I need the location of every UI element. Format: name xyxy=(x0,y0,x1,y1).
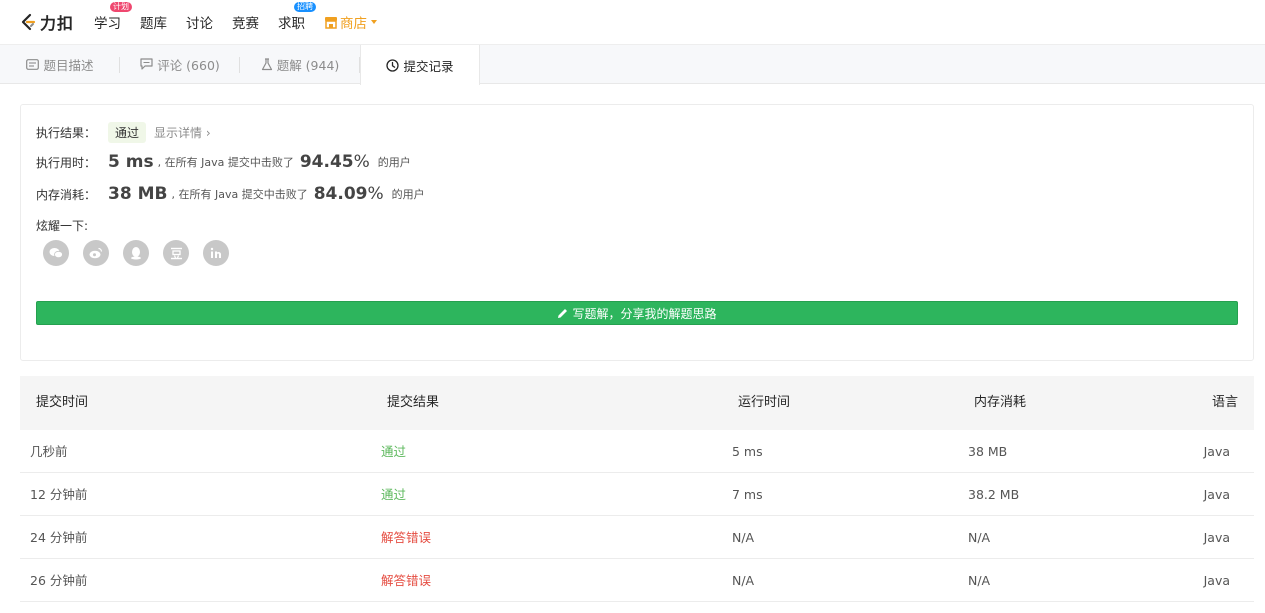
pct-unit: % xyxy=(353,152,370,172)
tab-label: 题目描述 xyxy=(43,57,94,73)
cell-time: 12 分钟前 xyxy=(30,487,88,502)
cell-memory: N/A xyxy=(968,530,991,545)
description-icon xyxy=(26,58,40,70)
cell-result[interactable]: 通过 xyxy=(381,430,406,473)
wechat-icon[interactable] xyxy=(43,240,69,266)
runtime-value: 5 ms xyxy=(108,152,154,172)
memory-beat-text: , 在所有 Java 提交中击败了 xyxy=(171,188,308,201)
cell-runtime: 5 ms xyxy=(732,444,763,459)
tab-label: 评论 (660) xyxy=(157,57,220,73)
cell-time: 24 分钟前 xyxy=(30,530,88,545)
nav-item-study[interactable]: 学习 计划 xyxy=(94,2,133,32)
cell-runtime: N/A xyxy=(732,573,755,588)
share-label: 炫耀一下: xyxy=(36,219,89,233)
share-icons xyxy=(43,240,243,266)
pct-unit: % xyxy=(367,184,384,204)
tab-label: 提交记录 xyxy=(403,58,454,74)
runtime-label: 执行用时： xyxy=(36,155,97,170)
tab-description[interactable]: 题目描述 xyxy=(0,45,120,83)
column-header: 语言 xyxy=(1211,395,1238,410)
nav-item-discuss[interactable]: 讨论 xyxy=(186,12,213,32)
share-row: 炫耀一下: xyxy=(36,217,88,234)
memory-percentile: 84.09% xyxy=(314,184,384,204)
runtime-pct-number: 94.45 xyxy=(299,152,354,172)
write-solution-button[interactable]: 写题解，分享我的解题思路 xyxy=(36,301,1238,325)
memory-label: 内存消耗： xyxy=(36,187,97,202)
nav-item-label: 求职 xyxy=(278,16,306,32)
problem-tabs: 题目描述 评论 (660) 题解 (944) 提交记录 xyxy=(0,44,1265,85)
nav-badge: 招聘 xyxy=(294,2,317,12)
tab-submissions[interactable]: 提交记录 xyxy=(360,45,480,85)
cell-language: Java xyxy=(1203,444,1230,459)
table-header: 提交时间 提交结果 运行时间 内存消耗 语言 xyxy=(20,376,1254,430)
nav-item-label: 题库 xyxy=(140,16,168,32)
runtime-percentile: 94.45% xyxy=(300,152,370,172)
table-body: 几秒前 通过 5 ms 38 MB Java 12 分钟前 通过 7 ms 38… xyxy=(20,430,1254,602)
store-icon xyxy=(325,16,338,29)
nav-item-shop[interactable]: 商店 xyxy=(324,12,378,32)
table-row[interactable]: 12 分钟前 通过 7 ms 38.2 MB Java xyxy=(20,473,1254,516)
logo[interactable]: 力扣 xyxy=(19,10,74,34)
write-solution-label: 写题解，分享我的解题思路 xyxy=(572,306,717,321)
nav-item-label: 竞赛 xyxy=(232,16,260,32)
cell-memory: N/A xyxy=(968,573,991,588)
nav-item-problems[interactable]: 题库 xyxy=(140,12,167,32)
cell-language: Java xyxy=(1203,530,1230,545)
column-header: 内存消耗 xyxy=(974,395,1027,410)
flask-icon xyxy=(261,57,272,70)
chevron-down-icon xyxy=(371,20,378,24)
result-row: 执行结果： 通过 显示详情 › xyxy=(36,122,211,143)
tab-comments[interactable]: 评论 (660) xyxy=(120,45,240,83)
memory-pct-number: 84.09 xyxy=(313,184,368,204)
result-label: 执行结果： xyxy=(36,126,97,140)
tab-label: 题解 (944) xyxy=(276,57,340,73)
runtime-row: 执行用时： 5 ms , 在所有 Java 提交中击败了 94.45% 的用户 xyxy=(36,152,411,172)
show-details-link[interactable]: 显示详情 › xyxy=(154,124,211,141)
submission-result-panel: 执行结果： 通过 显示详情 › 执行用时： 5 ms , 在所有 Java 提交… xyxy=(20,104,1254,361)
memory-row: 内存消耗： 38 MB , 在所有 Java 提交中击败了 84.09% 的用户 xyxy=(36,184,425,204)
clock-icon xyxy=(386,58,400,72)
cell-result[interactable]: 解答错误 xyxy=(381,516,431,559)
column-header: 运行时间 xyxy=(738,395,791,410)
status-badge: 通过 xyxy=(108,122,147,143)
submissions-table: 提交时间 提交结果 运行时间 内存消耗 语言 几秒前 通过 5 ms 38 MB… xyxy=(20,376,1254,602)
comment-icon xyxy=(140,58,153,70)
cell-runtime: 7 ms xyxy=(732,487,763,502)
nav-item-label: 商店 xyxy=(340,16,368,32)
nav-item-label: 讨论 xyxy=(186,16,214,32)
cell-time: 几秒前 xyxy=(30,444,68,459)
cell-memory: 38.2 MB xyxy=(968,487,1020,502)
leetcode-logo-icon xyxy=(21,13,36,31)
weibo-icon[interactable] xyxy=(83,240,109,266)
runtime-users-text: 的用户 xyxy=(377,156,411,169)
table-row[interactable]: 几秒前 通过 5 ms 38 MB Java xyxy=(20,430,1254,473)
cell-language: Java xyxy=(1203,573,1230,588)
douban-icon[interactable] xyxy=(163,240,189,266)
pencil-icon xyxy=(558,308,568,318)
table-row[interactable]: 26 分钟前 解答错误 N/A N/A Java xyxy=(20,559,1254,602)
nav-badge: 计划 xyxy=(110,2,133,12)
cell-language: Java xyxy=(1203,487,1230,502)
memory-value: 38 MB xyxy=(108,184,168,204)
table-row[interactable]: 24 分钟前 解答错误 N/A N/A Java xyxy=(20,516,1254,559)
nav-item-jobs[interactable]: 求职 招聘 xyxy=(278,2,317,32)
cell-runtime: N/A xyxy=(732,530,755,545)
cell-memory: 38 MB xyxy=(968,444,1008,459)
tab-solutions[interactable]: 题解 (944) xyxy=(240,45,360,83)
cell-result[interactable]: 通过 xyxy=(381,473,406,516)
memory-users-text: 的用户 xyxy=(391,188,425,201)
nav-item-label: 学习 xyxy=(94,16,122,32)
column-header: 提交结果 xyxy=(387,395,440,410)
qq-icon[interactable] xyxy=(123,240,149,266)
linkedin-icon[interactable] xyxy=(203,240,229,266)
cell-time: 26 分钟前 xyxy=(30,573,88,588)
nav-item-contest[interactable]: 竞赛 xyxy=(232,12,259,32)
top-nav: 力扣 学习 计划 题库 讨论 竞赛 求职 招聘 商店 xyxy=(0,0,1265,44)
runtime-beat-text: , 在所有 Java 提交中击败了 xyxy=(157,156,294,169)
cell-result[interactable]: 解答错误 xyxy=(381,559,431,602)
brand-name: 力扣 xyxy=(40,14,75,33)
column-header: 提交时间 xyxy=(36,395,89,410)
